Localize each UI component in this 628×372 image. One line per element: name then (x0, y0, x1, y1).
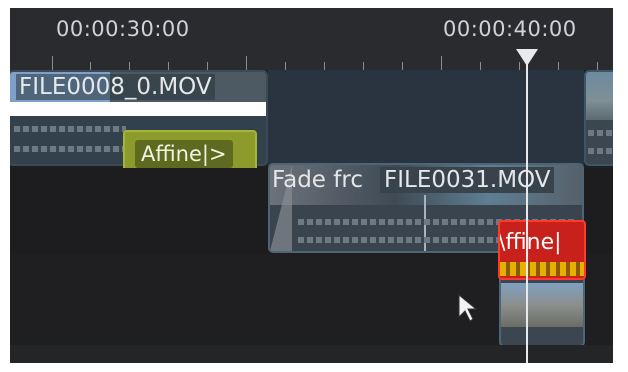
timeline-footer (10, 345, 613, 363)
audio-waveform (588, 148, 613, 154)
audio-waveform (588, 130, 613, 136)
ruler-tick (129, 62, 130, 70)
clip-preview-strip (10, 102, 266, 116)
ruler-tick (52, 56, 53, 70)
ruler-tick (207, 62, 208, 70)
mouse-pointer-icon (458, 293, 478, 322)
audio-waveform (14, 126, 126, 132)
ruler-tick (480, 62, 481, 70)
ruler-tick (402, 62, 403, 70)
transition-label: Fade frc (272, 167, 363, 193)
ruler-tick (285, 62, 286, 70)
playhead-triangle-icon[interactable] (516, 49, 538, 66)
ruler-tick (597, 62, 598, 70)
clip-thumbnail (586, 72, 613, 120)
clip-thumbnail (501, 283, 583, 327)
ruler-tick (363, 62, 364, 70)
clip-right-edge[interactable] (584, 70, 613, 166)
ruler-tick (441, 56, 442, 70)
track-gap (268, 70, 584, 166)
ruler-tick (168, 62, 169, 70)
affine-effect-selected[interactable]: \ffine| (498, 220, 586, 280)
ruler-tick (324, 62, 325, 70)
ruler-tick (558, 62, 559, 70)
playhead-line[interactable] (526, 52, 528, 363)
clip-name: FILE0008_0.MOV (16, 74, 215, 100)
ruler-tick (90, 62, 91, 70)
effect-keyframe-strip (500, 262, 584, 276)
timeline[interactable]: 00:00:30:00 00:00:40:00 FILE0008_0.MOV A… (10, 8, 613, 363)
timecode-label: 00:00:30:00 (56, 17, 190, 41)
effect-label: \ffine| (498, 230, 562, 255)
clip-name: FILE0031.MOV (380, 167, 555, 193)
timecode-label: 00:00:40:00 (443, 17, 577, 41)
audio-waveform (14, 146, 126, 152)
ruler-tick (246, 56, 247, 70)
effect-label: Affine|> (135, 140, 233, 168)
